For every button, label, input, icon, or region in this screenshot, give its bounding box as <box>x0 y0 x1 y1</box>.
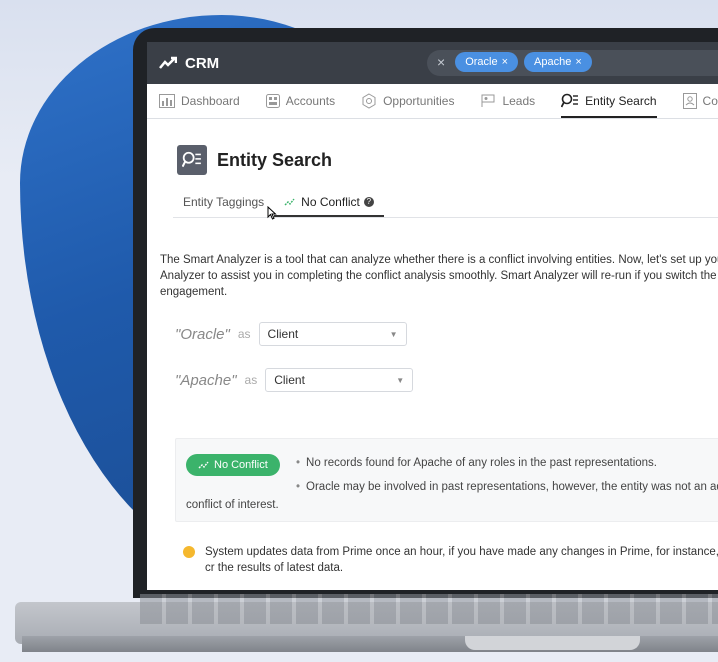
chip-label: Apache <box>534 56 572 68</box>
result-line: • No records found for Apache of any role… <box>296 457 657 469</box>
help-icon[interactable]: ? <box>363 197 374 207</box>
remove-chip-icon[interactable]: × <box>502 56 508 68</box>
accounts-icon <box>265 94 280 108</box>
nav-item-entity-search[interactable]: Entity Search <box>561 84 657 118</box>
bullet: • <box>296 481 301 493</box>
opportunities-icon <box>362 93 376 109</box>
app-window: CRM × Oracle × Apache × Dashboard Accoun… <box>147 42 718 590</box>
nav-label: Con <box>702 94 718 108</box>
app-logo[interactable]: CRM <box>159 55 219 72</box>
contacts-icon <box>682 93 697 109</box>
role-select[interactable]: Client ▼ <box>258 322 407 346</box>
result-text: No records found for Apache of any roles… <box>306 457 657 469</box>
nav-label: Entity Search <box>585 94 657 108</box>
role-row-oracle: "Oracle" as Client ▼ <box>175 322 718 346</box>
chip-label: Oracle <box>465 56 498 68</box>
nav-label: Dashboard <box>181 94 240 108</box>
badge-label: No Conflict <box>214 459 268 471</box>
page-header: Entity Search <box>177 145 718 175</box>
notice-text: System updates data from Prime once an h… <box>205 546 718 574</box>
laptop-notch <box>465 636 640 650</box>
conflict-result-panel: No Conflict • No records found for Apache… <box>175 438 718 522</box>
as-label: as <box>237 327 251 341</box>
role-row-apache: "Apache" as Client ▼ <box>175 368 718 392</box>
as-label: as <box>244 373 258 387</box>
result-line: • Oracle may be involved in past represen… <box>296 481 718 493</box>
subtab-bar: Entity Taggings No Conflict ? <box>173 189 718 218</box>
warning-icon <box>183 546 195 558</box>
role-select-value: Client <box>274 373 305 387</box>
nav-item-accounts[interactable]: Accounts <box>265 84 336 118</box>
analyzer-description: The Smart Analyzer is a tool that can an… <box>160 254 718 298</box>
remove-chip-icon[interactable]: × <box>575 56 581 68</box>
nav-label: Opportunities <box>383 94 455 108</box>
search-chip-oracle[interactable]: Oracle × <box>455 52 519 72</box>
leads-icon <box>481 94 495 107</box>
entity-search-icon <box>177 145 207 175</box>
keyboard <box>140 594 718 624</box>
caret-down-icon: ▼ <box>389 329 398 339</box>
nav-item-leads[interactable]: Leads <box>480 84 535 118</box>
page-content: Entity Search Entity Taggings No Conflic… <box>147 119 718 576</box>
role-select-value: Client <box>267 327 299 341</box>
tab-entity-taggings[interactable]: Entity Taggings <box>173 189 274 217</box>
search-chip-apache[interactable]: Apache × <box>524 52 592 72</box>
main-nav: Dashboard Accounts Opportunities Leads E… <box>147 84 718 119</box>
entity-name: "Apache" <box>175 371 237 389</box>
result-line: conflict of interest. <box>186 499 279 511</box>
clear-search-icon[interactable]: × <box>437 54 445 70</box>
sparkle-trend-icon <box>284 198 295 206</box>
no-conflict-badge: No Conflict <box>186 454 280 476</box>
nav-label: Accounts <box>285 94 336 108</box>
dashboard-icon <box>159 94 175 108</box>
tab-label: Entity Taggings <box>183 195 265 209</box>
role-select[interactable]: Client ▼ <box>265 368 414 392</box>
caret-down-icon: ▼ <box>396 375 405 385</box>
mouse-cursor-icon <box>267 206 277 220</box>
tab-no-conflict[interactable]: No Conflict ? <box>274 189 384 217</box>
app-title: CRM <box>185 54 220 72</box>
result-text: Oracle may be involved in past represent… <box>306 481 718 493</box>
result-text: conflict of interest. <box>186 499 279 511</box>
crm-logo-icon <box>159 56 177 69</box>
entity-search-bar[interactable]: × Oracle × Apache × <box>427 50 718 76</box>
system-notice: System updates data from Prime once an h… <box>183 544 718 576</box>
page-title: Entity Search <box>217 149 333 170</box>
entity-search-icon <box>561 93 579 108</box>
nav-label: Leads <box>502 94 536 108</box>
nav-item-contacts[interactable]: Con <box>682 84 718 118</box>
tab-label: No Conflict <box>301 195 360 209</box>
entity-name: "Oracle" <box>175 325 230 343</box>
sparkle-trend-icon <box>198 461 209 469</box>
nav-item-opportunities[interactable]: Opportunities <box>361 84 454 118</box>
bullet: • <box>296 457 301 469</box>
laptop-base <box>0 590 718 662</box>
nav-item-dashboard[interactable]: Dashboard <box>159 84 240 118</box>
titlebar: CRM × Oracle × Apache × <box>147 42 718 84</box>
